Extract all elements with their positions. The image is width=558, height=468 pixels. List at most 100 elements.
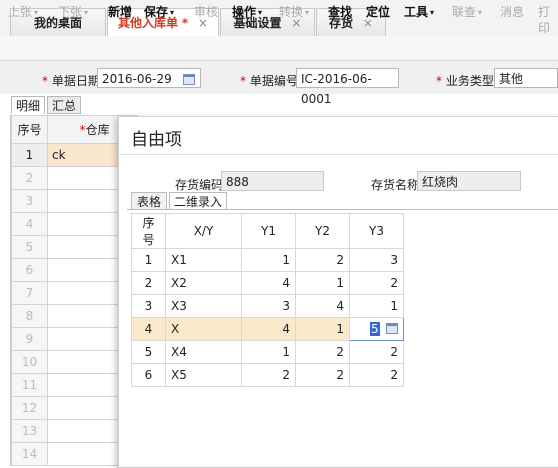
row-number: 3	[11, 189, 48, 213]
matrix-value-cell[interactable]: 4	[295, 294, 350, 318]
chevron-down-icon: ▾	[430, 8, 435, 17]
matrix-value-cell[interactable]: 2	[349, 340, 404, 364]
matrix-header: 序号	[131, 213, 166, 249]
subtab-summary[interactable]: 汇总	[47, 96, 81, 114]
toolbar-audit-button[interactable]: 审核	[194, 4, 218, 20]
calendar-icon[interactable]	[183, 74, 195, 85]
chevron-down-icon: ▾	[478, 8, 483, 17]
toolbar-tools-button[interactable]: 工具 ▾	[404, 4, 434, 20]
date-field[interactable]: 2016-06-29	[97, 68, 201, 88]
toolbar-next-button[interactable]: 下张 ▾	[58, 4, 88, 20]
toolbar-label: 新增	[108, 5, 133, 19]
row-number: 8	[11, 304, 48, 328]
toolbar-message-button[interactable]: 消息	[500, 4, 524, 20]
toolbar-save-button[interactable]: 保存 ▾	[144, 4, 174, 20]
toolbar-locate-button[interactable]: 定位	[366, 4, 390, 20]
row-number: 9	[11, 327, 48, 351]
toolbar-print-button[interactable]: 打印	[538, 4, 558, 35]
matrix-row: 6 X5 2 2 2	[131, 363, 404, 387]
matrix-x-cell: X2	[165, 271, 242, 295]
matrix-x-cell: X1	[165, 248, 242, 272]
row-number: 7	[11, 281, 48, 305]
matrix-value-cell[interactable]: 4	[241, 317, 296, 341]
code-field: 888	[221, 171, 324, 191]
modified-mark: *	[181, 16, 189, 30]
code-label: 存货编码	[175, 178, 224, 192]
matrix-value-cell[interactable]: 3	[241, 294, 296, 318]
toolbar-find-button[interactable]: 查找	[328, 4, 352, 20]
matrix-value-cell[interactable]: 2	[349, 271, 404, 295]
matrix-value-cell[interactable]: 4	[241, 271, 296, 295]
matrix-value-cell[interactable]: 2	[241, 363, 296, 387]
matrix-row: 3 X3 3 4 1	[131, 294, 404, 318]
doc-no-field[interactable]: IC-2016-06-0001	[296, 68, 399, 106]
toolbar-convert-button[interactable]: 转换 ▾	[279, 4, 309, 20]
toolbar-label: 操作	[232, 5, 257, 19]
toolbar-label: 上张	[8, 5, 33, 19]
matrix-value-cell[interactable]: 1	[295, 317, 350, 341]
matrix-value-cell[interactable]: 2	[295, 340, 350, 364]
matrix-value-cell[interactable]: 1	[241, 248, 296, 272]
toolbar-label: 定位	[366, 5, 391, 19]
matrix-value-cell[interactable]: 1	[295, 271, 350, 295]
subtab-detail[interactable]: 明细	[11, 96, 45, 114]
matrix-header: Y2	[295, 213, 350, 249]
matrix-seq-cell: 2	[131, 271, 166, 295]
row-number: 1	[11, 143, 48, 167]
toolbar-new-button[interactable]: 新增	[108, 4, 132, 20]
name-field: 红烧肉	[417, 171, 521, 191]
row-number: 4	[11, 212, 48, 236]
matrix-x-cell: X5	[165, 363, 242, 387]
dialog-title: 自由项	[131, 130, 182, 150]
calculator-icon[interactable]	[385, 323, 398, 334]
matrix-x-cell: X4	[165, 340, 242, 364]
row-number: 10	[11, 350, 48, 374]
chevron-down-icon: ▾	[305, 8, 310, 17]
biz-type-select[interactable]: 其他	[494, 68, 558, 88]
chevron-down-icon: ▾	[84, 8, 89, 17]
matrix-row: 2 X2 4 1 2	[131, 271, 404, 295]
doc-no-label: * 单据编号	[240, 74, 298, 88]
matrix-value-cell[interactable]: 3	[349, 248, 404, 272]
matrix-value-cell[interactable]: 2	[295, 248, 350, 272]
matrix-seq-cell: 5	[131, 340, 166, 364]
chevron-down-icon: ▾	[170, 8, 175, 17]
editing-value[interactable]: 5	[370, 322, 380, 336]
matrix-x-cell: X	[165, 317, 242, 341]
chevron-down-icon: ▾	[258, 8, 263, 17]
toolbar-label: 消息	[500, 5, 525, 19]
toolbar-label: 打印	[538, 5, 551, 35]
tab-matrix-entry[interactable]: 二维录入	[169, 192, 227, 210]
matrix-header: X/Y	[165, 213, 242, 249]
toolbar-label: 审核	[194, 5, 219, 19]
toolbar-label: 工具	[404, 5, 429, 19]
tab-table[interactable]: 表格	[131, 192, 167, 210]
biz-type-label: * 业务类型	[436, 74, 494, 88]
divider	[119, 154, 558, 155]
chevron-down-icon: ▾	[34, 8, 39, 17]
matrix-header: Y1	[241, 213, 296, 249]
toolbar	[0, 36, 558, 61]
matrix-seq-cell: 1	[131, 248, 166, 272]
toolbar-prev-button[interactable]: 上张 ▾	[8, 4, 38, 20]
row-number: 2	[11, 166, 48, 190]
toolbar-label: 查找	[328, 5, 353, 19]
matrix-value-cell[interactable]: 1	[349, 294, 404, 318]
date-label: * 单据日期	[42, 74, 100, 88]
matrix-row: 5 X4 1 2 2	[131, 340, 404, 364]
toolbar-label: 保存	[144, 5, 169, 19]
matrix-x-cell: X3	[165, 294, 242, 318]
matrix-value-cell[interactable]: 1	[241, 340, 296, 364]
matrix-value-cell[interactable]: 5	[349, 317, 404, 341]
divider	[127, 209, 558, 210]
matrix-value-cell[interactable]: 2	[349, 363, 404, 387]
toolbar-link-query-button[interactable]: 联查 ▾	[452, 4, 482, 20]
matrix-seq-cell: 4	[131, 317, 166, 341]
toolbar-operate-button[interactable]: 操作 ▾	[232, 4, 262, 20]
row-number: 13	[11, 419, 48, 443]
name-label: 存货名称	[371, 178, 420, 192]
row-number: 14	[11, 442, 48, 466]
matrix-seq-cell: 6	[131, 363, 166, 387]
matrix-value-cell[interactable]: 2	[295, 363, 350, 387]
matrix-header: Y3	[349, 213, 404, 249]
